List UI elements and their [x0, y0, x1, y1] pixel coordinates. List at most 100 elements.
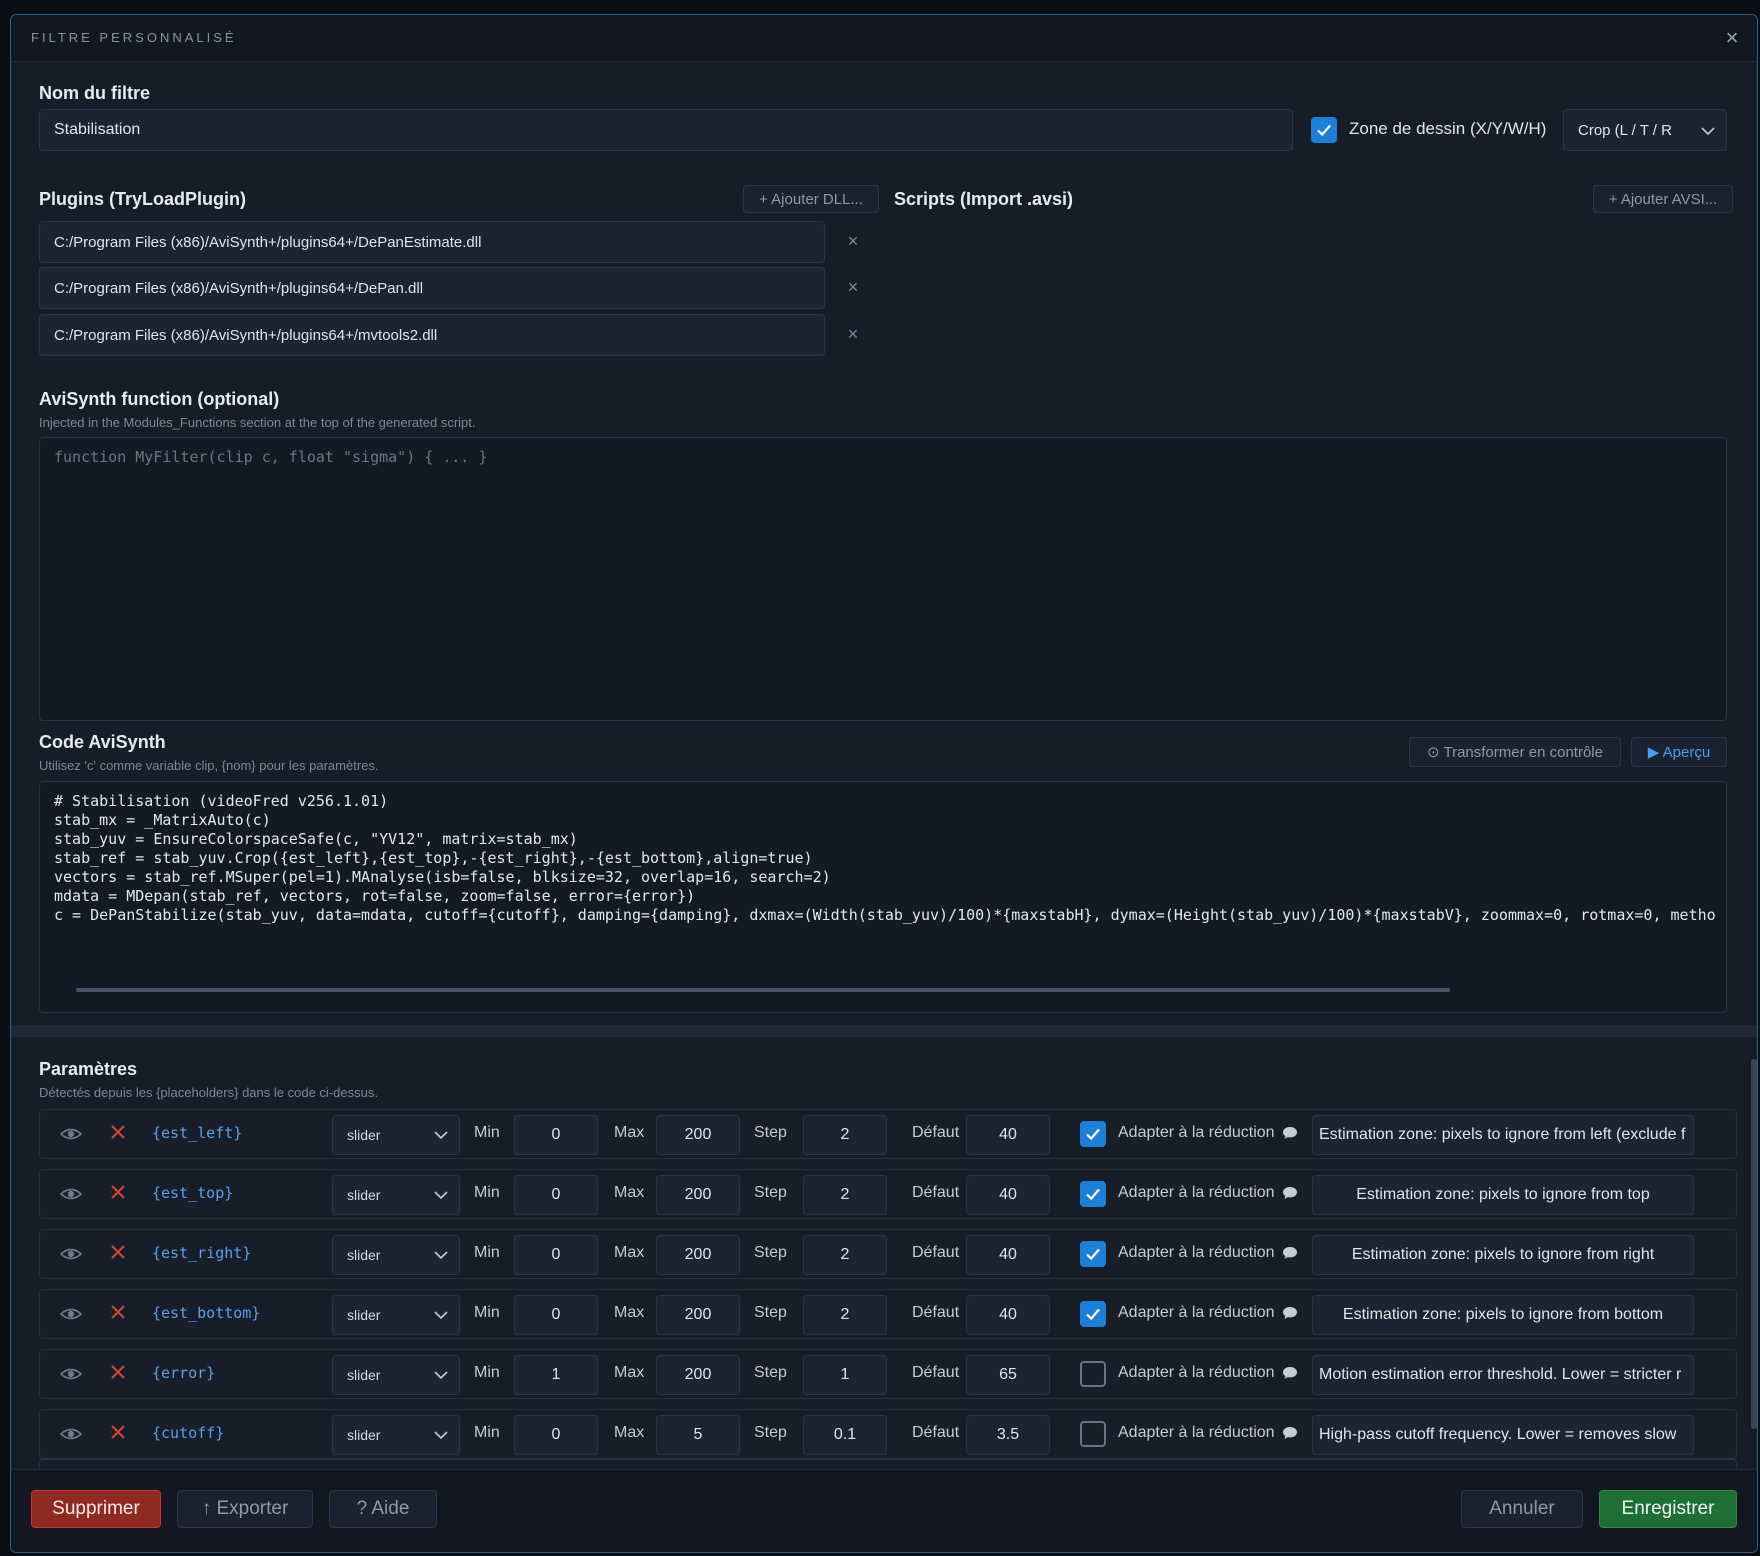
min-input[interactable]: 1: [514, 1355, 598, 1395]
eye-icon[interactable]: [60, 1124, 82, 1144]
step-input[interactable]: 2: [803, 1175, 887, 1215]
default-input[interactable]: 40: [966, 1175, 1050, 1215]
eye-icon[interactable]: [60, 1244, 82, 1264]
eye-icon[interactable]: [60, 1364, 82, 1384]
min-input[interactable]: 0: [514, 1295, 598, 1335]
help-button[interactable]: ? Aide: [329, 1490, 437, 1528]
params-hint: Détectés depuis les {placeholders} dans …: [39, 1085, 378, 1100]
max-input[interactable]: 200: [656, 1235, 740, 1275]
preview-button[interactable]: ▶ Aperçu: [1631, 737, 1727, 767]
default-input[interactable]: 40: [966, 1235, 1050, 1275]
code-hint: Utilisez 'c' comme variable clip, {nom} …: [39, 758, 379, 773]
default-input[interactable]: 40: [966, 1295, 1050, 1335]
delete-param-icon[interactable]: [108, 1122, 128, 1142]
adapt-checkbox[interactable]: [1080, 1361, 1106, 1387]
plugin-path-1[interactable]: C:/Program Files (x86)/AviSynth+/plugins…: [39, 221, 825, 263]
draw-zone-mode-select[interactable]: Crop (L / T / R: [1563, 109, 1727, 151]
step-label: Step: [754, 1124, 787, 1141]
param-name[interactable]: {cutoff}: [152, 1424, 224, 1442]
comment-bubble-icon: [1283, 1307, 1297, 1319]
param-row: {cutoff} slider Min 0 Max 5 Step 0.1 Défaut 3.5 Ad…: [39, 1409, 1737, 1459]
param-description-input[interactable]: Estimation zone: pixels to ignore from b…: [1312, 1295, 1694, 1335]
adapt-checkbox[interactable]: [1080, 1421, 1106, 1447]
max-input[interactable]: 200: [656, 1115, 740, 1155]
delete-param-icon[interactable]: [108, 1422, 128, 1442]
delete-param-icon[interactable]: [108, 1242, 128, 1262]
param-type-select[interactable]: slider: [332, 1295, 460, 1335]
param-type-select[interactable]: slider: [332, 1175, 460, 1215]
params-vertical-scrollbar[interactable]: [1751, 1059, 1757, 1429]
min-input[interactable]: 0: [514, 1235, 598, 1275]
param-type-select[interactable]: slider: [332, 1355, 460, 1395]
delete-button[interactable]: Supprimer: [31, 1490, 161, 1528]
param-description-input[interactable]: Estimation zone: pixels to ignore from t…: [1312, 1175, 1694, 1215]
max-input[interactable]: 200: [656, 1295, 740, 1335]
code-editor[interactable]: # Stabilisation (videoFred v256.1.01) st…: [39, 781, 1727, 1013]
delete-param-icon[interactable]: [108, 1362, 128, 1382]
param-name[interactable]: {est_top}: [152, 1184, 233, 1202]
export-button[interactable]: ↑ Exporter: [177, 1490, 313, 1528]
param-description-input[interactable]: Estimation zone: pixels to ignore from l…: [1312, 1115, 1694, 1155]
add-avsi-button[interactable]: + Ajouter AVSI...: [1593, 185, 1733, 213]
chevron-down-icon: [434, 1311, 448, 1320]
delete-param-icon[interactable]: [108, 1302, 128, 1322]
chevron-down-icon: [434, 1371, 448, 1380]
param-description-input[interactable]: Estimation zone: pixels to ignore from r…: [1312, 1235, 1694, 1275]
step-input[interactable]: 2: [803, 1115, 887, 1155]
step-input[interactable]: 0.1: [803, 1415, 887, 1455]
adapt-checkbox[interactable]: [1080, 1181, 1106, 1207]
param-type-select[interactable]: slider: [332, 1115, 460, 1155]
max-input[interactable]: 5: [656, 1415, 740, 1455]
min-input[interactable]: 0: [514, 1175, 598, 1215]
param-name[interactable]: {est_bottom}: [152, 1304, 260, 1322]
step-input[interactable]: 1: [803, 1355, 887, 1395]
step-input[interactable]: 2: [803, 1295, 887, 1335]
eye-icon[interactable]: [60, 1304, 82, 1324]
min-input[interactable]: 0: [514, 1415, 598, 1455]
param-type-select[interactable]: slider: [332, 1235, 460, 1275]
max-input[interactable]: 200: [656, 1175, 740, 1215]
plugin-path-2[interactable]: C:/Program Files (x86)/AviSynth+/plugins…: [39, 267, 825, 309]
plugin-path-3[interactable]: C:/Program Files (x86)/AviSynth+/plugins…: [39, 314, 825, 356]
adapt-checkbox[interactable]: [1080, 1301, 1106, 1327]
remove-plugin-2-icon[interactable]: ×: [843, 277, 863, 298]
comment-bubble-icon: [1283, 1427, 1297, 1439]
code-horizontal-scrollbar[interactable]: [76, 988, 1450, 992]
adapt-checkbox[interactable]: [1080, 1121, 1106, 1147]
comment-bubble-icon: [1283, 1247, 1297, 1259]
default-input[interactable]: 65: [966, 1355, 1050, 1395]
check-icon: [1086, 1308, 1100, 1321]
cancel-button[interactable]: Annuler: [1461, 1490, 1583, 1528]
eye-icon[interactable]: [60, 1424, 82, 1444]
filter-name-input[interactable]: Stabilisation: [39, 109, 1293, 151]
step-input[interactable]: 2: [803, 1235, 887, 1275]
default-input[interactable]: 40: [966, 1115, 1050, 1155]
draw-zone-checkbox[interactable]: [1311, 117, 1337, 143]
param-description-input[interactable]: Motion estimation error threshold. Lower…: [1312, 1355, 1694, 1395]
max-label: Max: [614, 1364, 645, 1381]
remove-plugin-3-icon[interactable]: ×: [843, 324, 863, 345]
close-icon[interactable]: ×: [1719, 25, 1745, 51]
param-type-select[interactable]: slider: [332, 1415, 460, 1455]
code-line: # Stabilisation (videoFred v256.1.01): [54, 792, 389, 810]
dialog-titlebar: FILTRE PERSONNALISÉ ×: [11, 15, 1757, 62]
param-name[interactable]: {est_right}: [152, 1244, 251, 1262]
param-name[interactable]: {error}: [152, 1364, 215, 1382]
param-name[interactable]: {est_left}: [152, 1124, 242, 1142]
default-input[interactable]: 3.5: [966, 1415, 1050, 1455]
min-input[interactable]: 0: [514, 1115, 598, 1155]
function-textarea[interactable]: function MyFilter(clip c, float "sigma")…: [39, 437, 1727, 721]
add-dll-button[interactable]: + Ajouter DLL...: [743, 185, 879, 213]
code-line: c = DePanStabilize(stab_yuv, data=mdata,…: [54, 906, 1716, 924]
max-input[interactable]: 200: [656, 1355, 740, 1395]
adapt-checkbox[interactable]: [1080, 1241, 1106, 1267]
param-row: {est_left} slider Min 0 Max 200 Step 2 Défaut 40 A…: [39, 1109, 1737, 1159]
transform-to-control-button[interactable]: ⊙ Transformer en contrôle: [1409, 737, 1621, 767]
eye-icon[interactable]: [60, 1184, 82, 1204]
step-label: Step: [754, 1244, 787, 1261]
save-button[interactable]: Enregistrer: [1599, 1490, 1737, 1528]
delete-param-icon[interactable]: [108, 1182, 128, 1202]
param-description-input[interactable]: High-pass cutoff frequency. Lower = remo…: [1312, 1415, 1694, 1455]
adapt-label: Adapter à la réduction: [1118, 1364, 1275, 1381]
remove-plugin-1-icon[interactable]: ×: [843, 231, 863, 252]
